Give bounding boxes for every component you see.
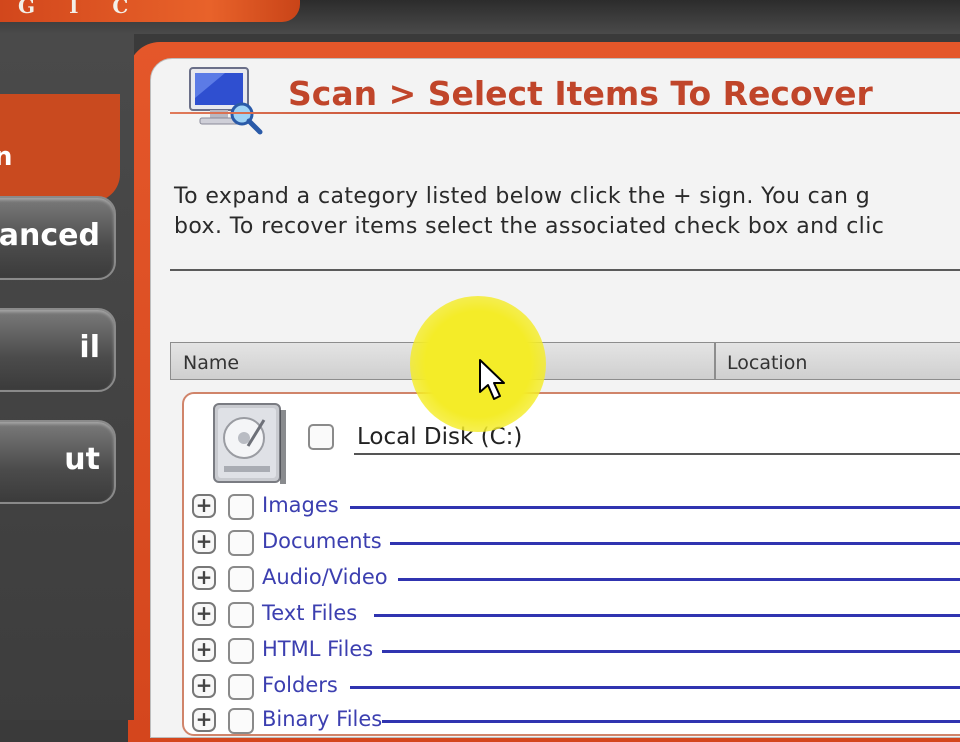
sidebar-about-button[interactable]: ut	[0, 420, 116, 504]
category-label[interactable]: Images	[262, 493, 339, 517]
category-connector	[382, 650, 960, 653]
category-label[interactable]: Documents	[262, 529, 382, 553]
column-header-location[interactable]: Location	[727, 352, 807, 374]
list-item[interactable]: + Text Files	[192, 599, 960, 629]
category-checkbox[interactable]	[228, 494, 254, 520]
sidebar-active-section	[0, 94, 120, 202]
expand-icon[interactable]: +	[192, 674, 216, 698]
category-label[interactable]: Folders	[262, 673, 338, 697]
category-connector	[350, 686, 960, 689]
category-label[interactable]: HTML Files	[262, 637, 373, 661]
sidebar-about-label: ut	[64, 442, 100, 477]
category-connector	[350, 506, 960, 509]
expand-icon[interactable]: +	[192, 566, 216, 590]
category-connector	[374, 614, 960, 617]
instructions-line: To expand a category listed below click …	[174, 184, 871, 209]
drive-underline	[354, 453, 960, 455]
sidebar-advanced-button[interactable]: anced	[0, 196, 116, 280]
list-item[interactable]: + Binary Files	[192, 705, 960, 735]
monitor-magnifier-icon	[189, 67, 263, 135]
page-title: Scan > Select Items To Recover	[288, 74, 873, 113]
list-item[interactable]: + Folders	[192, 671, 960, 701]
category-connector	[382, 720, 960, 723]
table-header: Name Location	[170, 342, 960, 380]
list-item[interactable]: + Documents	[192, 527, 960, 557]
expand-icon[interactable]: +	[192, 638, 216, 662]
category-checkbox[interactable]	[228, 530, 254, 556]
sidebar-email-button[interactable]: il	[0, 308, 116, 392]
category-connector	[390, 542, 960, 545]
column-header-name[interactable]: Name	[183, 352, 239, 374]
expand-icon[interactable]: +	[192, 494, 216, 518]
category-checkbox[interactable]	[228, 708, 254, 734]
instructions-text: To expand a category listed below click …	[174, 182, 960, 242]
expand-icon[interactable]: +	[192, 602, 216, 626]
column-resize-handle[interactable]	[714, 343, 716, 379]
list-item[interactable]: + Images	[192, 491, 960, 521]
instructions-line: box. To recover items select the associa…	[174, 214, 885, 239]
expand-icon[interactable]: +	[192, 530, 216, 554]
sidebar-active-label: n	[0, 142, 13, 172]
expand-icon[interactable]: +	[192, 708, 216, 732]
category-checkbox[interactable]	[228, 602, 254, 628]
category-label[interactable]: Text Files	[262, 601, 357, 625]
local-disk-checkbox[interactable]	[308, 424, 334, 450]
brand-strip: GIC	[0, 0, 300, 22]
sidebar-email-label: il	[79, 330, 100, 365]
list-item[interactable]: + Audio/Video	[192, 563, 960, 593]
list-item[interactable]: + HTML Files	[192, 635, 960, 665]
category-checkbox[interactable]	[228, 674, 254, 700]
category-checkbox[interactable]	[228, 638, 254, 664]
divider	[170, 269, 960, 271]
title-underline	[170, 112, 960, 114]
category-label[interactable]: Binary Files	[262, 707, 382, 731]
category-connector	[398, 578, 960, 581]
mouse-pointer-icon	[479, 359, 505, 400]
hard-disk-icon	[213, 403, 286, 484]
sidebar-advanced-label: anced	[0, 218, 100, 253]
brand-logo-text: GIC	[18, 0, 163, 18]
category-label[interactable]: Audio/Video	[262, 565, 388, 589]
category-checkbox[interactable]	[228, 566, 254, 592]
